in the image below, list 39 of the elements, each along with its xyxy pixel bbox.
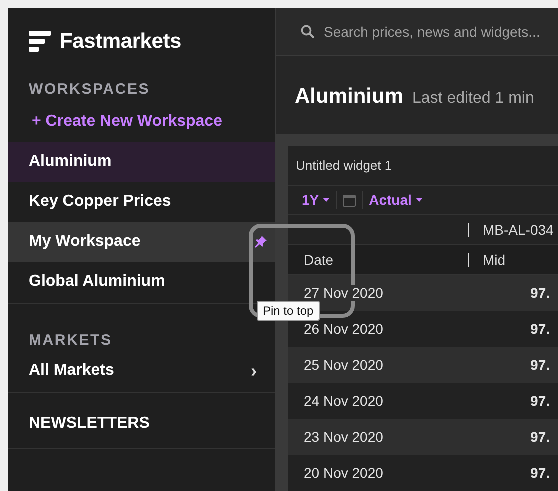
table-cell: 20 Nov 2020 xyxy=(302,465,386,481)
table-cell: 26 Nov 2020 xyxy=(302,321,386,337)
workspace-label: My Workspace xyxy=(29,233,141,251)
section-heading: MARKETS xyxy=(28,331,112,351)
widget-title: Untitled widget 1 xyxy=(288,146,558,186)
workspace-label: Aluminium xyxy=(29,153,112,171)
table-cell: 25 Nov 2020 xyxy=(302,357,386,373)
table-cell: 24 Nov 2020 xyxy=(302,393,386,409)
table-cell: 27 Nov 2020 xyxy=(302,285,386,301)
table-cell-text: 97. xyxy=(530,285,550,301)
workspace-label: Key Copper Prices xyxy=(29,193,172,211)
mode-dropdown[interactable]: Actual xyxy=(369,192,423,208)
workspace-item[interactable]: Key Copper Prices xyxy=(8,182,275,222)
newsletters-item[interactable]: NEWSLETTERS xyxy=(8,393,275,447)
search-field[interactable]: Search prices, news and widgets... xyxy=(276,8,558,56)
range-dropdown[interactable]: 1Y xyxy=(302,192,330,208)
markets-item[interactable]: All Markets › xyxy=(8,351,275,391)
column-header: Mid xyxy=(483,252,506,268)
page-title: Aluminium xyxy=(295,85,404,110)
workspace-item[interactable]: Global Aluminium xyxy=(8,262,275,302)
table-cell-text: 97. xyxy=(530,393,550,409)
column-header: Date xyxy=(303,252,335,268)
last-edited-text: Last edited 1 min xyxy=(412,90,534,108)
workspace-item[interactable]: My Workspace xyxy=(8,222,275,262)
tooltip: Pin to top xyxy=(257,301,320,321)
workspace-item[interactable]: Aluminium xyxy=(8,142,275,182)
table-cell-text: 97. xyxy=(530,429,550,445)
table-cell-text: 97. xyxy=(530,357,550,373)
search-input[interactable]: Search prices, news and widgets... xyxy=(322,22,558,41)
table-cell: 23 Nov 2020 xyxy=(302,429,386,445)
section-heading: WORKSPACES xyxy=(28,80,150,100)
table-cell-text: 97. xyxy=(530,465,550,481)
column-header: MB-AL-034 xyxy=(483,222,554,238)
chevron-icon: › xyxy=(251,360,261,382)
brand-name: Fastmarkets xyxy=(60,30,182,54)
create-workspace-link[interactable]: + Create New Workspace xyxy=(8,100,275,142)
table-cell-text: 97. xyxy=(530,321,550,337)
workspace-label: Global Aluminium xyxy=(29,273,166,291)
markets-label: All Markets xyxy=(29,362,114,380)
